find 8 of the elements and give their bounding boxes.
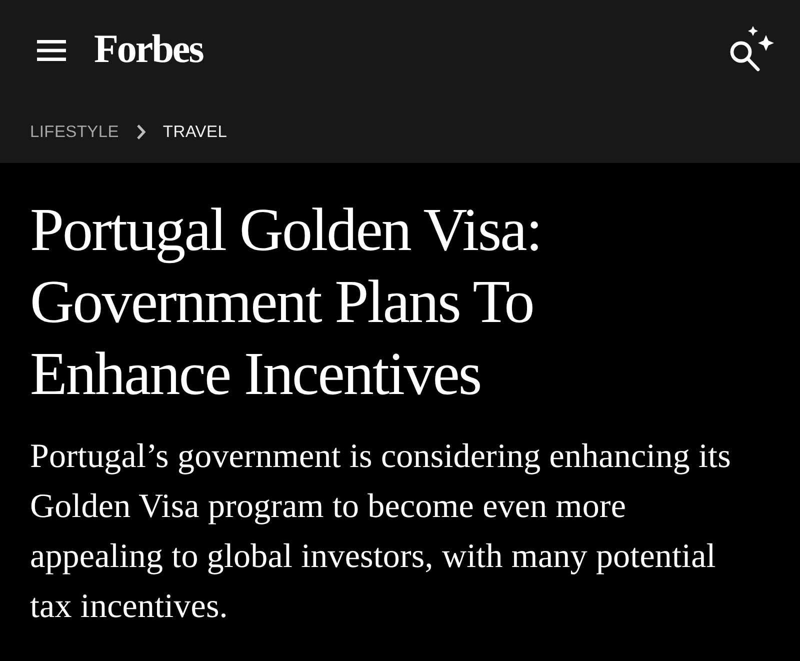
logo[interactable]: Forbes: [94, 29, 203, 69]
menu-icon: [37, 40, 66, 60]
breadcrumb-link[interactable]: TRAVEL: [162, 122, 228, 142]
chevron-right-icon: [136, 124, 146, 140]
menu-button[interactable]: [37, 40, 66, 60]
article-headline: Portugal Golden Visa: Government Plans To Enhance Incentives: [30, 196, 542, 410]
article-summary: Portugal’s government is considering enhancing its Golden Visa program to become even more appealing to global investors, with many potential tax incentives.: [30, 437, 732, 627]
breadcrumb-link[interactable]: LIFESTYLE: [30, 122, 119, 142]
